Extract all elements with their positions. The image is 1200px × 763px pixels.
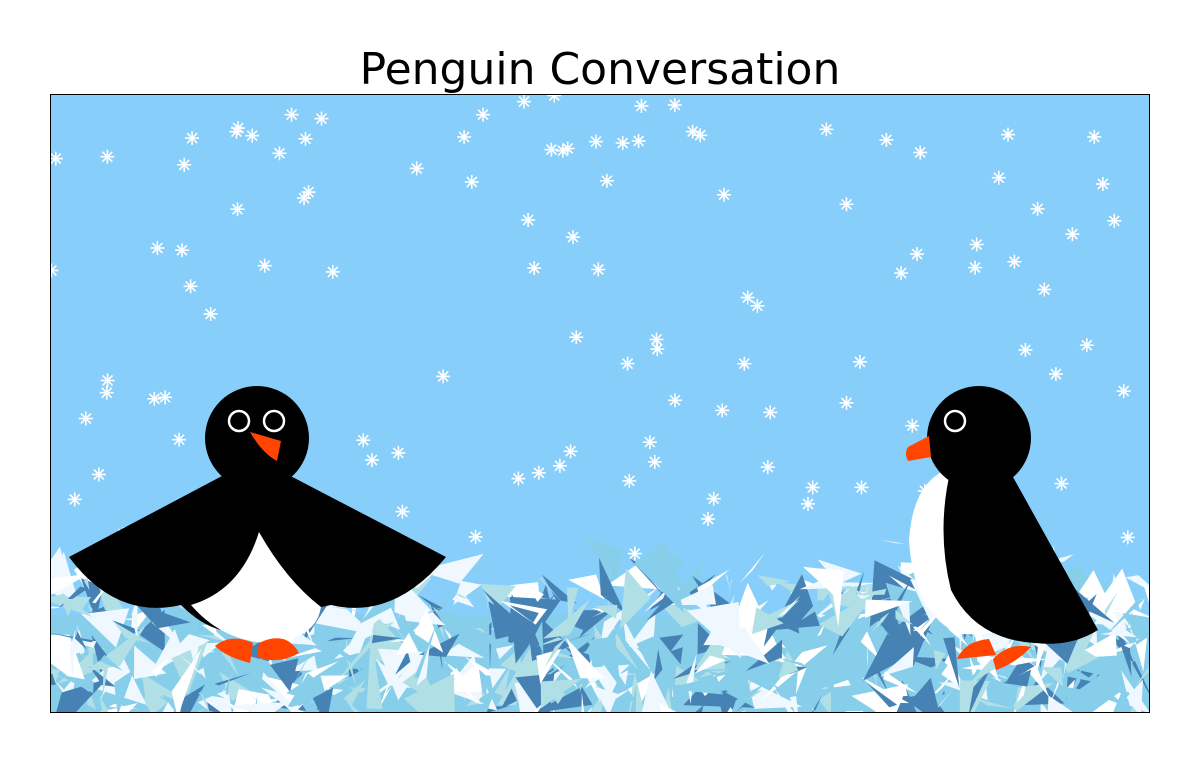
snowflake — [183, 279, 198, 294]
snowflake — [100, 149, 115, 164]
snowflake — [1120, 530, 1135, 545]
snowflake — [1018, 342, 1033, 357]
penguin-right-head — [927, 386, 1031, 490]
snowflake — [763, 405, 778, 420]
snowflake — [185, 131, 200, 146]
snowflake — [229, 124, 244, 139]
snowflake — [819, 122, 834, 137]
snowflake — [910, 247, 924, 262]
snowflake — [457, 130, 472, 144]
snowflake — [839, 395, 854, 410]
snowflake — [78, 411, 93, 426]
snowflake — [147, 391, 162, 406]
snowflake — [100, 373, 115, 388]
snowflake — [552, 458, 567, 473]
snowflake — [521, 213, 536, 227]
snowflake — [391, 445, 406, 460]
snowflake — [325, 264, 340, 279]
snowflake — [301, 185, 316, 200]
snowflake — [356, 433, 371, 448]
snowflake — [245, 128, 260, 143]
snowflake — [588, 134, 603, 149]
snowflake — [1007, 254, 1022, 269]
snowflake — [801, 496, 815, 511]
snowflake — [740, 290, 755, 305]
snowflake — [620, 356, 635, 371]
snowflake — [476, 107, 490, 122]
snowflake — [1079, 338, 1094, 353]
snowflake — [1095, 177, 1110, 191]
snowflake — [177, 157, 192, 172]
snowflake — [175, 243, 189, 258]
snowflake — [257, 258, 272, 273]
snowflake — [298, 131, 313, 146]
snowflake — [365, 453, 379, 467]
snowflake — [1054, 476, 1069, 491]
snowflake — [395, 504, 410, 519]
snowflake — [1065, 227, 1080, 242]
snowflake — [1037, 282, 1052, 297]
snowflake — [203, 307, 218, 321]
snowflake — [464, 175, 479, 189]
snowflake — [272, 146, 287, 161]
chart-title: Penguin Conversation — [359, 44, 841, 95]
snowflake — [805, 480, 820, 495]
snowflake — [150, 241, 165, 255]
snowflake — [511, 471, 526, 486]
snowflake — [968, 260, 983, 275]
snowflake — [158, 390, 173, 405]
snowflake — [839, 197, 854, 212]
snowflake — [67, 492, 82, 507]
snowflake — [230, 202, 245, 217]
snowflake — [409, 161, 424, 176]
snowflake — [99, 385, 114, 400]
scene-canvas — [51, 95, 1149, 712]
snowflake — [737, 356, 752, 371]
scene-frame — [50, 94, 1150, 713]
ice-shard — [845, 710, 864, 712]
snowflake — [854, 480, 869, 495]
snowflake — [560, 141, 575, 156]
snowflake — [566, 230, 580, 245]
snowflake — [716, 187, 731, 202]
snowflake — [647, 454, 662, 469]
snowflake — [172, 432, 187, 447]
snowflake — [436, 369, 451, 384]
snowflake — [668, 393, 682, 408]
snowflake — [284, 107, 299, 122]
snowflake — [531, 465, 546, 480]
